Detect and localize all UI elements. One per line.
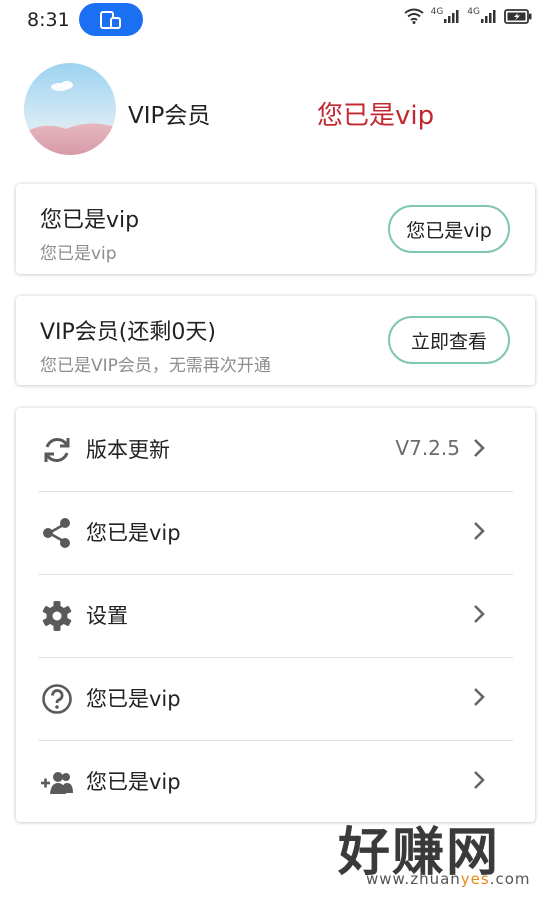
chevron-right-icon [474, 439, 485, 457]
menu-item-settings[interactable]: 设置 [16, 574, 535, 657]
help-icon [42, 684, 72, 714]
signal-strength-icon [481, 10, 496, 23]
vip-card-title: 您已是vip [40, 208, 140, 233]
share-icon [43, 518, 70, 548]
battery-charging-icon [504, 8, 532, 24]
view-now-button[interactable]: 立即查看 [388, 316, 510, 364]
vip-card-subtitle: 您已是vip [40, 244, 117, 264]
chevron-right-icon [474, 522, 485, 540]
network-type-label-1: 4G [430, 7, 444, 17]
status-time: 8:31 [27, 9, 70, 31]
membership-card-title: VIP会员(还剩0天) [40, 320, 216, 345]
devices-icon [100, 11, 121, 29]
network-type-label-2: 4G [467, 7, 480, 17]
avatar-image [24, 63, 116, 155]
watermark: 好赚网 www.zhuanyes.com [330, 810, 535, 890]
menu-item-version-update[interactable]: 版本更新 V7.2.5 [16, 408, 535, 491]
menu-item-label: 您已是vip [86, 687, 181, 711]
menu-item-label: 您已是vip [86, 770, 181, 794]
chevron-right-icon [474, 605, 485, 623]
avatar[interactable] [24, 63, 116, 155]
membership-card-subtitle: 您已是VIP会员，无需再次开通 [40, 356, 271, 376]
vip-card: 您已是vip 您已是vip 您已是vip [16, 184, 535, 274]
multi-screen-collaboration-pill[interactable] [79, 3, 143, 36]
menu-item-label: 版本更新 [86, 438, 170, 462]
add-group-icon [41, 772, 73, 794]
wifi-icon [403, 8, 424, 24]
menu-item-share[interactable]: 您已是vip [16, 491, 535, 574]
profile-name: VIP会员 [128, 103, 211, 129]
vip-status-text: 您已是vip [317, 101, 435, 131]
menu-item-label: 设置 [86, 604, 128, 628]
menu-item-help[interactable]: 您已是vip [16, 657, 535, 740]
chevron-right-icon [474, 688, 485, 706]
menu-list: 版本更新 V7.2.5 您已是vip 设置 您已是vip 您已是vip [16, 408, 535, 822]
chevron-right-icon [474, 771, 485, 789]
gear-icon [42, 601, 72, 631]
membership-card: VIP会员(还剩0天) 您已是VIP会员，无需再次开通 立即查看 [16, 296, 535, 385]
menu-item-label: 您已是vip [86, 521, 181, 545]
watermark-domain: www.zhuanyes.com [366, 870, 531, 888]
status-bar: 8:31 4G 4G [0, 0, 550, 40]
version-value: V7.2.5 [395, 436, 460, 460]
vip-button[interactable]: 您已是vip [388, 205, 510, 253]
refresh-icon [44, 438, 70, 462]
status-icons: 4G 4G [403, 7, 532, 24]
signal-strength-icon [444, 10, 459, 23]
